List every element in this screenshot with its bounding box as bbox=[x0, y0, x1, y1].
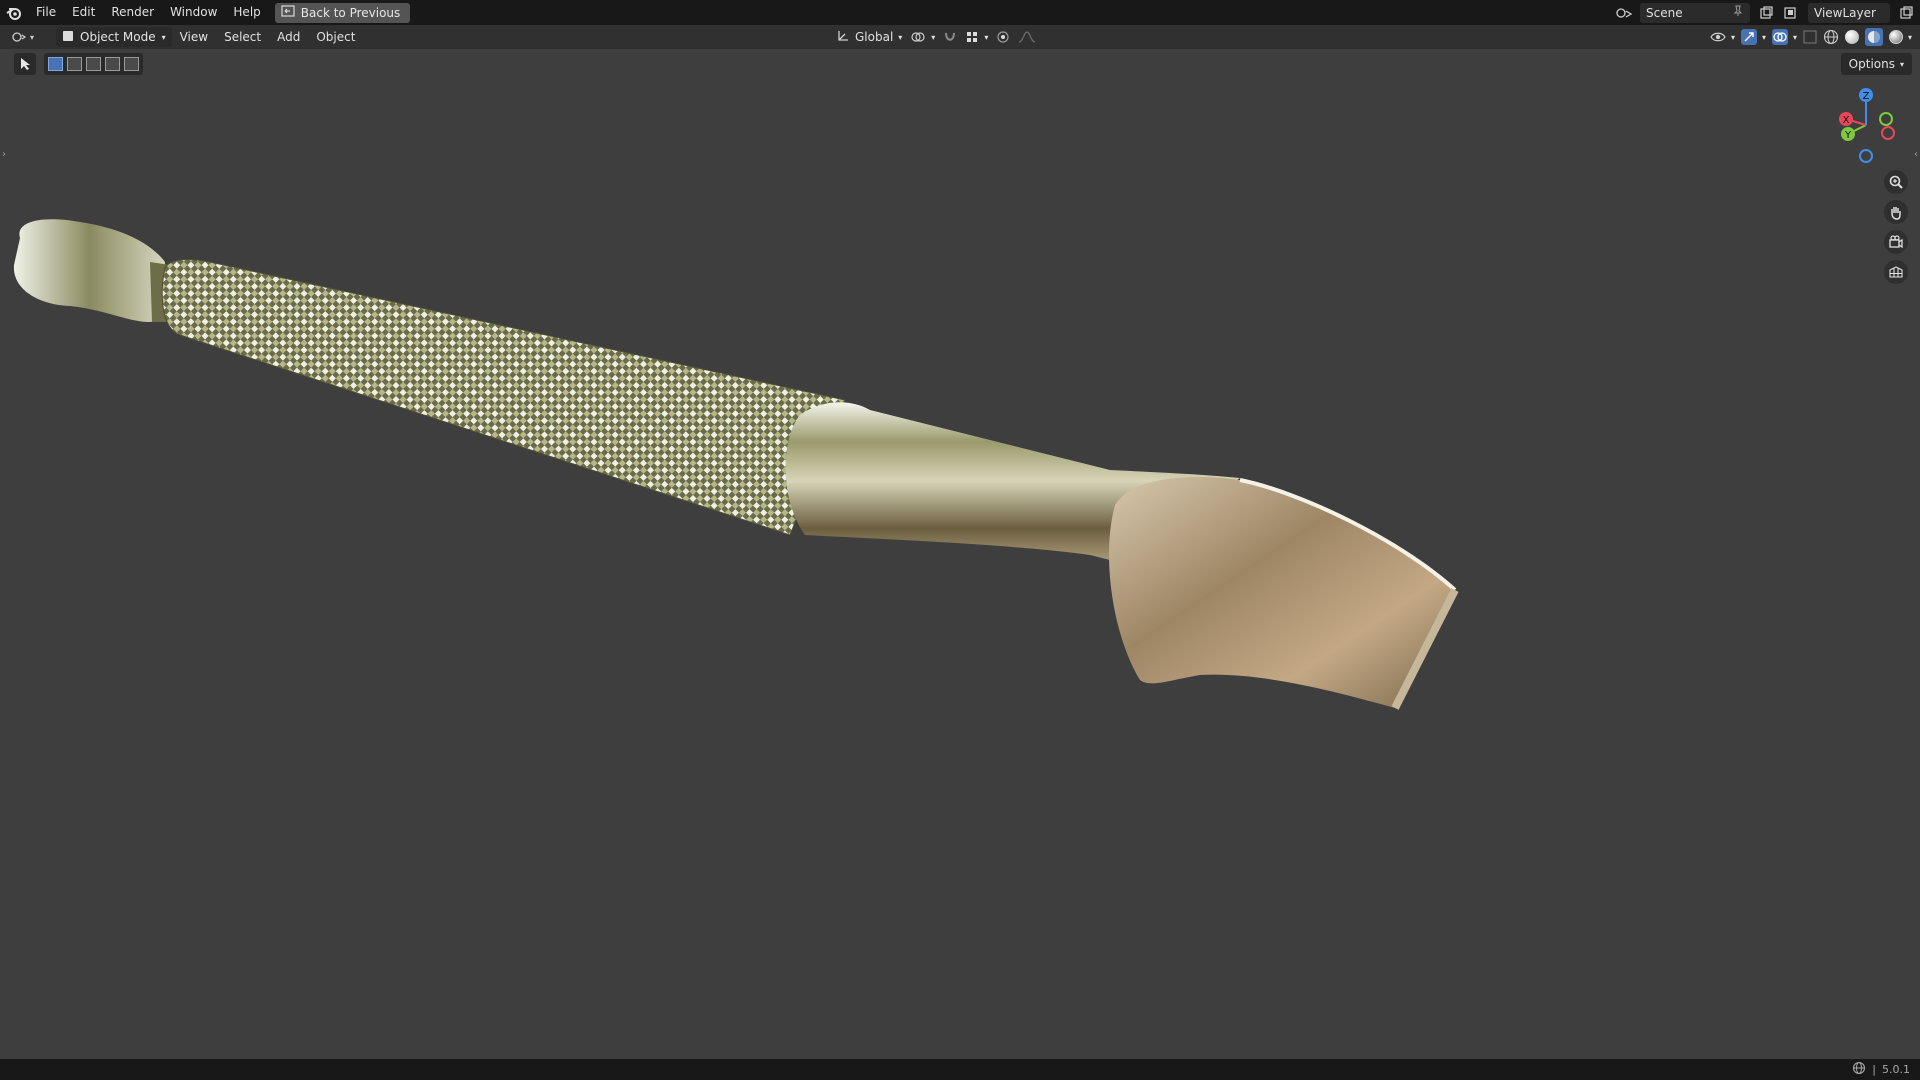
menu-add[interactable]: Add bbox=[269, 30, 308, 44]
editor-type-icon[interactable]: ▾ bbox=[10, 27, 50, 47]
pin-icon[interactable] bbox=[1732, 5, 1744, 20]
chevron-down-icon: ▾ bbox=[898, 32, 903, 42]
select-invert-icon[interactable] bbox=[105, 57, 120, 71]
viewport-shading-controls: ▾ ▾ ▾ ▾ bbox=[1710, 25, 1912, 49]
navigation-gizmo[interactable]: Z X Y bbox=[1826, 85, 1906, 165]
back-icon bbox=[281, 5, 295, 20]
gizmo-icon[interactable]: ▾ bbox=[1740, 29, 1766, 45]
chevron-down-icon: ▾ bbox=[1899, 59, 1904, 69]
3d-viewport[interactable]: › ‹ bbox=[0, 49, 1920, 1059]
menu-object[interactable]: Object bbox=[308, 30, 363, 44]
visibility-icon[interactable]: ▾ bbox=[1710, 30, 1735, 44]
network-icon bbox=[1852, 1061, 1866, 1078]
select-subtract-icon[interactable] bbox=[86, 57, 101, 71]
menu-edit[interactable]: Edit bbox=[64, 0, 103, 25]
menu-view[interactable]: View bbox=[172, 30, 216, 44]
transform-controls: Global ▾ ▾ ▾ bbox=[836, 25, 1036, 49]
material-shading-icon[interactable] bbox=[1864, 28, 1883, 46]
options-dropdown[interactable]: Options ▾ bbox=[1840, 53, 1912, 75]
orientation-label: Global bbox=[855, 30, 894, 44]
svg-text:X: X bbox=[1843, 115, 1850, 126]
top-menu-bar: File Edit Render Window Help Back to Pre… bbox=[0, 0, 1920, 25]
view-layer-icon[interactable] bbox=[1782, 3, 1802, 23]
new-view-layer-icon[interactable] bbox=[1896, 3, 1916, 23]
menu-render[interactable]: Render bbox=[103, 0, 162, 25]
zoom-icon[interactable] bbox=[1884, 170, 1908, 194]
selection-mode-group bbox=[44, 53, 143, 75]
svg-text:Y: Y bbox=[1844, 130, 1852, 141]
select-intersect-icon[interactable] bbox=[124, 57, 139, 71]
pan-hand-icon[interactable] bbox=[1884, 200, 1908, 224]
overlay-icon[interactable]: ▾ bbox=[1771, 29, 1797, 45]
xray-icon[interactable] bbox=[1803, 30, 1817, 44]
object-mode-icon bbox=[62, 30, 74, 45]
snap-target-icon[interactable]: ▾ bbox=[965, 30, 988, 44]
scene-selector[interactable]: Scene bbox=[1640, 2, 1750, 23]
chevron-down-icon: ▾ bbox=[161, 32, 166, 42]
transform-orientation-icon bbox=[836, 29, 850, 46]
menu-file[interactable]: File bbox=[28, 0, 64, 25]
top-right-controls: Scene ViewLayer bbox=[1614, 0, 1916, 25]
tool-row bbox=[14, 53, 143, 75]
select-tool-icon[interactable] bbox=[14, 53, 36, 75]
status-bar: | 5.0.1 bbox=[0, 1059, 1920, 1080]
menu-select[interactable]: Select bbox=[216, 30, 269, 44]
svg-text:Z: Z bbox=[1863, 91, 1870, 102]
blender-version: 5.0.1 bbox=[1882, 1063, 1910, 1076]
ortho-grid-icon[interactable] bbox=[1884, 260, 1908, 284]
solid-shading-icon[interactable] bbox=[1844, 30, 1859, 44]
chevron-down-icon: ▾ bbox=[30, 32, 35, 42]
viewport-header: ▾ Object Mode ▾ View Select Add Object G… bbox=[0, 25, 1920, 49]
options-label: Options bbox=[1848, 57, 1895, 71]
back-to-previous-label: Back to Previous bbox=[300, 5, 401, 20]
object-mode-label: Object Mode bbox=[80, 30, 156, 44]
view-layer-selector[interactable]: ViewLayer bbox=[1808, 2, 1890, 23]
toolbar-expand-icon[interactable]: › bbox=[2, 149, 6, 160]
transform-pivot-icon[interactable]: ▾ bbox=[910, 30, 935, 44]
orientation-dropdown[interactable]: Global ▾ bbox=[836, 29, 902, 46]
camera-view-icon[interactable] bbox=[1884, 230, 1908, 254]
select-extend-icon[interactable] bbox=[67, 57, 82, 71]
status-separator: | bbox=[1872, 1063, 1876, 1076]
back-to-previous-button[interactable]: Back to Previous bbox=[274, 2, 411, 23]
select-set-icon[interactable] bbox=[48, 57, 63, 71]
rendered-shading-icon[interactable]: ▾ bbox=[1888, 30, 1912, 44]
viewport-navigation bbox=[1884, 170, 1908, 284]
view-layer-name: ViewLayer bbox=[1814, 5, 1876, 20]
menu-help[interactable]: Help bbox=[225, 0, 268, 25]
object-mode-dropdown[interactable]: Object Mode ▾ bbox=[56, 27, 172, 47]
falloff-icon[interactable] bbox=[1018, 30, 1036, 44]
new-scene-icon[interactable] bbox=[1756, 3, 1776, 23]
scene-name: Scene bbox=[1646, 5, 1683, 20]
proportional-edit-icon[interactable] bbox=[996, 30, 1010, 44]
blender-logo-icon[interactable] bbox=[0, 0, 28, 25]
wireframe-shading-icon[interactable] bbox=[1823, 29, 1839, 45]
snap-icon[interactable] bbox=[943, 30, 957, 44]
scene-icon[interactable] bbox=[1614, 3, 1634, 23]
sidebar-expand-icon[interactable]: ‹ bbox=[1914, 149, 1918, 160]
menu-window[interactable]: Window bbox=[162, 0, 225, 25]
